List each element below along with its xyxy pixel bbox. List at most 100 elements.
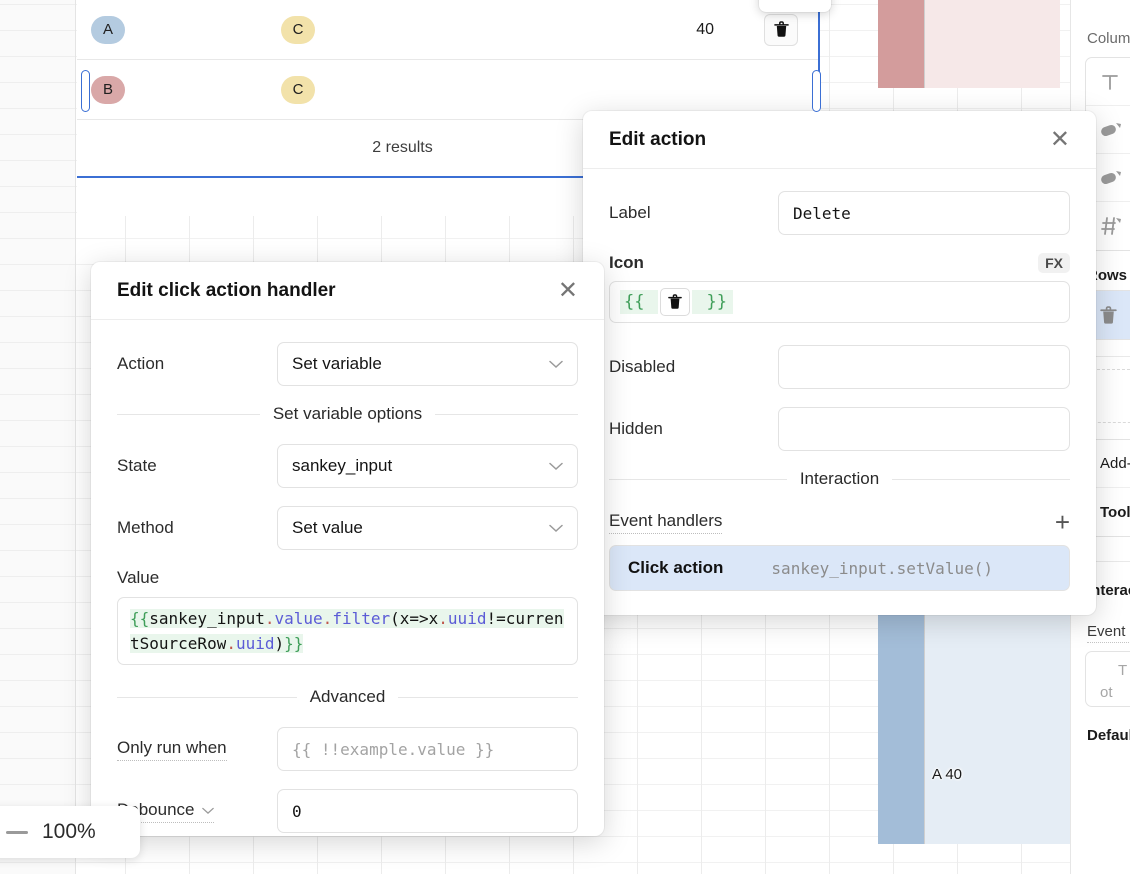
inspector-event-handlers-label: Event handlers bbox=[1087, 623, 1130, 643]
debounce-input[interactable]: 0 bbox=[277, 789, 578, 833]
close-icon[interactable]: ✕ bbox=[554, 277, 582, 305]
zoom-level: 100% bbox=[42, 820, 96, 843]
action-select-value: Set variable bbox=[292, 354, 382, 373]
sankey-node-a-label: A 40 bbox=[932, 766, 963, 783]
table-cell-value: 40 bbox=[696, 20, 714, 38]
inspector-columns-label: Columns bbox=[1087, 30, 1130, 47]
resize-handle-left[interactable] bbox=[81, 70, 90, 112]
event-handler-name: Click action bbox=[628, 558, 724, 577]
icon-close-brace: }} bbox=[692, 290, 733, 314]
code-token: }} bbox=[284, 634, 304, 653]
icon-open-brace: {{ bbox=[620, 290, 659, 314]
trash-icon[interactable] bbox=[660, 288, 691, 316]
field-debounce-row: Debounce 0 bbox=[117, 789, 578, 833]
tag-icon bbox=[1101, 122, 1121, 136]
field-action-row: Action Set variable bbox=[117, 342, 578, 386]
close-icon[interactable]: ✕ bbox=[1046, 126, 1074, 154]
code-token: ) bbox=[274, 634, 285, 653]
edit-click-title: Edit click action handler bbox=[117, 279, 336, 301]
advanced-divider: Advanced bbox=[117, 687, 578, 707]
label-field-label: Label bbox=[609, 203, 651, 222]
delete-tooltip: Delete bbox=[759, 0, 832, 12]
interaction-divider: Interaction bbox=[609, 469, 1070, 489]
method-select[interactable]: Set value bbox=[277, 506, 578, 550]
zoom-out-icon[interactable] bbox=[6, 830, 28, 834]
number-icon bbox=[1101, 217, 1121, 235]
field-icon-header: Icon FX bbox=[609, 253, 1070, 273]
icon-field-label: Icon bbox=[609, 253, 644, 272]
value-code-editor[interactable]: {{sankey_input.value.filter(x=>x.uuid!=c… bbox=[117, 597, 578, 665]
resize-handle-right[interactable] bbox=[812, 70, 821, 112]
fx-badge[interactable]: FX bbox=[1038, 253, 1070, 273]
method-select-value: Set value bbox=[292, 518, 363, 537]
edit-action-title: Edit action bbox=[609, 128, 707, 150]
plus-icon[interactable]: + bbox=[1055, 509, 1070, 535]
event-handler-row[interactable]: Click action sankey_input.setValue() bbox=[609, 545, 1070, 591]
trash-icon bbox=[773, 21, 789, 37]
code-token: value bbox=[274, 609, 323, 628]
table-row[interactable]: A C 40 bbox=[77, 0, 820, 60]
event-handler-value: sankey_input.setValue() bbox=[771, 558, 993, 578]
field-state-row: State sankey_input bbox=[117, 444, 578, 488]
code-token: {{ bbox=[130, 609, 150, 628]
trash-icon bbox=[1100, 305, 1117, 324]
code-token: . bbox=[226, 634, 236, 653]
code-token: sankey_input bbox=[149, 609, 265, 628]
field-label-row: Label Delete bbox=[609, 191, 1070, 235]
code-token: . bbox=[438, 609, 448, 628]
action-field-label: Action bbox=[117, 354, 165, 373]
target-chip: C bbox=[281, 15, 315, 44]
hidden-field-label: Hidden bbox=[609, 419, 663, 438]
table-cell-target: C bbox=[267, 60, 587, 119]
column-item-text[interactable] bbox=[1086, 58, 1130, 106]
only-run-when-input[interactable]: {{ !!example.value }} bbox=[277, 727, 578, 771]
inspector-event-placeholder[interactable]: T ot bbox=[1085, 651, 1130, 707]
code-token: . bbox=[264, 609, 275, 628]
code-token: uuid bbox=[235, 634, 275, 653]
row-delete-button[interactable] bbox=[764, 13, 798, 46]
label-input[interactable]: Delete bbox=[778, 191, 1070, 235]
set-variable-options-divider: Set variable options bbox=[117, 404, 578, 424]
hidden-input[interactable] bbox=[778, 407, 1070, 451]
disabled-input[interactable] bbox=[778, 345, 1070, 389]
edit-click-modal-body: Action Set variable Set variable options… bbox=[91, 320, 604, 833]
source-chip: A bbox=[91, 15, 125, 44]
zoom-control[interactable]: 100% bbox=[0, 806, 140, 858]
method-field-label: Method bbox=[117, 518, 174, 537]
edit-action-modal[interactable]: Edit action ✕ Label Delete Icon FX {{}}… bbox=[583, 111, 1096, 615]
state-select[interactable]: sankey_input bbox=[277, 444, 578, 488]
chevron-down-icon bbox=[549, 456, 563, 476]
edit-action-modal-body: Label Delete Icon FX {{ }} Disabled Hidd… bbox=[583, 169, 1096, 591]
app-root: A 40 A C 40 B C 2 results 100% Colum Row… bbox=[0, 0, 1130, 874]
code-token: uuid bbox=[447, 609, 487, 628]
code-token: . bbox=[322, 609, 333, 628]
canvas-left-gutter bbox=[0, 0, 76, 874]
sankey-node-a[interactable] bbox=[878, 610, 925, 844]
table-cell-target: C bbox=[267, 0, 587, 59]
sankey-link-b bbox=[925, 0, 1060, 88]
field-disabled-row: Disabled bbox=[609, 345, 1070, 389]
sankey-link-a bbox=[925, 610, 1070, 844]
table-cell-source: A bbox=[77, 0, 267, 59]
action-select[interactable]: Set variable bbox=[277, 342, 578, 386]
only-run-when-label: Only run when bbox=[117, 738, 227, 761]
field-only-run-when-row: Only run when {{ !!example.value }} bbox=[117, 727, 578, 771]
value-field-label: Value bbox=[117, 568, 160, 587]
code-token: filter bbox=[332, 609, 391, 628]
chevron-down-icon bbox=[201, 800, 214, 820]
edit-action-modal-header: Edit action ✕ bbox=[583, 111, 1096, 169]
tag-icon bbox=[1101, 170, 1121, 184]
results-count: 2 results bbox=[372, 139, 433, 156]
table-cell-source: B bbox=[77, 60, 267, 119]
icon-input[interactable]: {{ }} bbox=[609, 281, 1070, 323]
source-chip: B bbox=[91, 75, 125, 104]
field-hidden-row: Hidden bbox=[609, 407, 1070, 451]
disabled-field-label: Disabled bbox=[609, 357, 676, 376]
inspector-default-label: Default bbox=[1087, 727, 1130, 744]
text-icon bbox=[1102, 74, 1118, 90]
event-handlers-label: Event handlers bbox=[609, 511, 723, 534]
state-field-label: State bbox=[117, 456, 157, 475]
sankey-node-b[interactable] bbox=[878, 0, 925, 88]
chevron-down-icon bbox=[549, 354, 563, 374]
edit-click-action-handler-modal[interactable]: Edit click action handler ✕ Action Set v… bbox=[91, 262, 604, 836]
